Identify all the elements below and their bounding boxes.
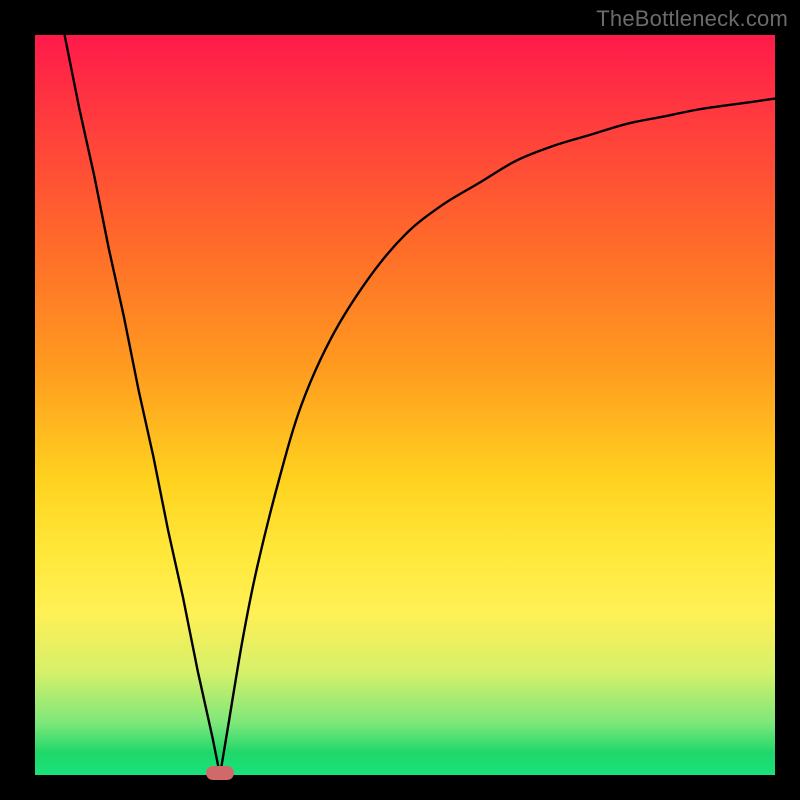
plot-area [35, 35, 775, 775]
watermark-label: TheBottleneck.com [596, 6, 788, 32]
chart-frame: TheBottleneck.com [0, 0, 800, 800]
bottleneck-curve [35, 35, 775, 775]
minimum-marker [206, 766, 234, 780]
